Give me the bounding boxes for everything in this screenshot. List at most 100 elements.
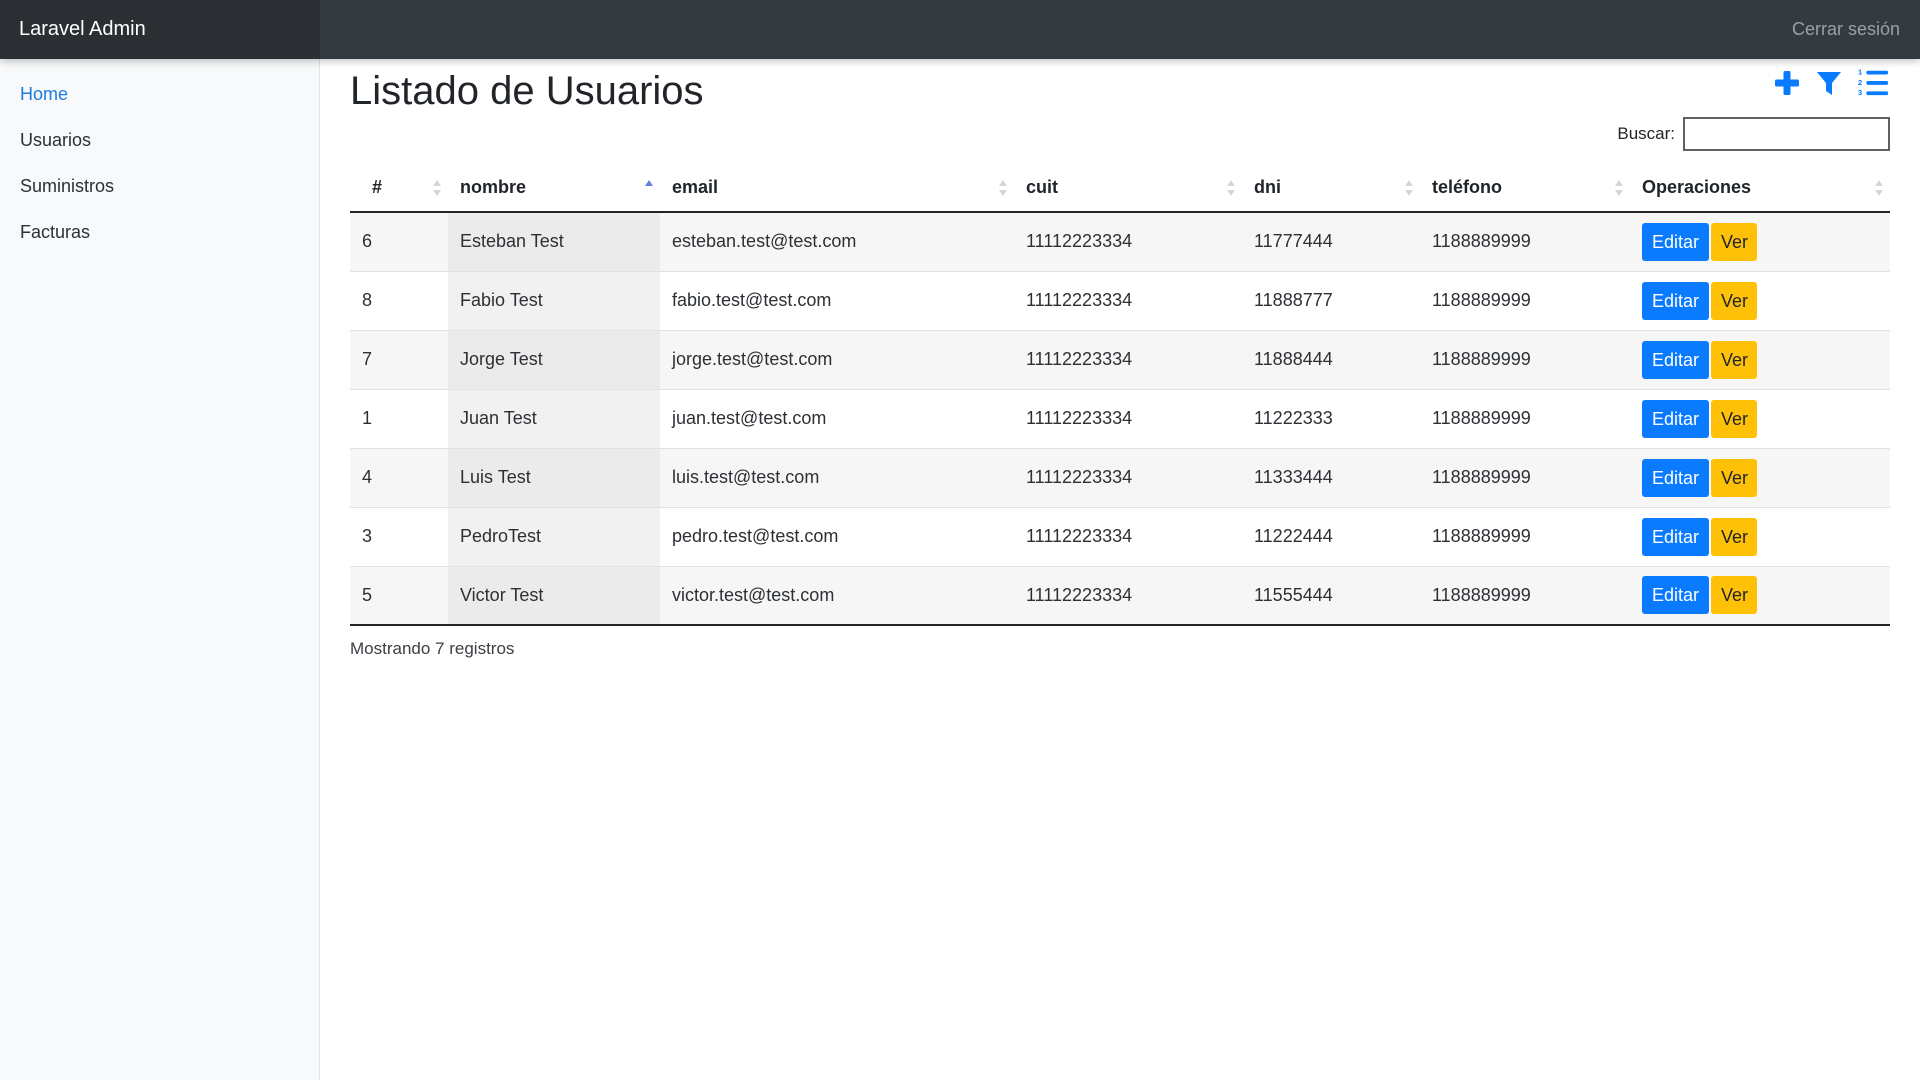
cell-operaciones: Editar Ver: [1630, 565, 1890, 626]
search-label: Buscar:: [1617, 124, 1675, 143]
table-row: 1 Juan Test juan.test@test.com 111122233…: [350, 388, 1890, 448]
cell-id: 7: [350, 329, 448, 389]
column-header-nombre[interactable]: nombre: [448, 164, 660, 213]
cell-telefono: 1188889999: [1420, 565, 1630, 626]
cell-operaciones: Editar Ver: [1630, 447, 1890, 507]
column-header-id[interactable]: #: [350, 164, 448, 213]
edit-button[interactable]: Editar: [1642, 281, 1709, 320]
cell-nombre: Victor Test: [448, 565, 660, 626]
svg-text:1: 1: [1858, 67, 1862, 76]
cell-nombre: Juan Test: [448, 388, 660, 448]
search-input[interactable]: [1683, 117, 1890, 151]
cell-dni: 11888777: [1242, 270, 1420, 330]
table-row: 7 Jorge Test jorge.test@test.com 1111222…: [350, 329, 1890, 389]
sidebar: Home Usuarios Suministros Facturas: [0, 59, 320, 1080]
sort-ascending-icon: [645, 180, 653, 186]
sort-icon: [1227, 180, 1235, 196]
cell-cuit: 11112223334: [1014, 565, 1242, 626]
sort-icon: [433, 180, 441, 196]
cell-cuit: 11112223334: [1014, 270, 1242, 330]
cell-email: luis.test@test.com: [660, 447, 1014, 507]
cell-nombre: Fabio Test: [448, 270, 660, 330]
sidebar-item-facturas[interactable]: Facturas: [0, 209, 319, 255]
plus-icon[interactable]: [1772, 66, 1802, 98]
column-header-email[interactable]: email: [660, 164, 1014, 213]
cell-cuit: 11112223334: [1014, 329, 1242, 389]
cell-id: 6: [350, 212, 448, 271]
cell-dni: 11222444: [1242, 506, 1420, 566]
view-button[interactable]: Ver: [1711, 399, 1757, 438]
edit-button[interactable]: Editar: [1642, 517, 1709, 556]
cell-id: 1: [350, 388, 448, 448]
column-header-operaciones[interactable]: Operaciones: [1630, 164, 1890, 213]
edit-button[interactable]: Editar: [1642, 458, 1709, 497]
table-row: 6 Esteban Test esteban.test@test.com 111…: [350, 212, 1890, 271]
filter-icon[interactable]: [1814, 66, 1844, 98]
cell-id: 4: [350, 447, 448, 507]
logout-link[interactable]: Cerrar sesión: [1792, 0, 1900, 59]
cell-id: 5: [350, 565, 448, 626]
table-info: Mostrando 7 registros: [350, 639, 515, 658]
view-button[interactable]: Ver: [1711, 517, 1757, 556]
svg-text:2: 2: [1858, 78, 1862, 87]
edit-button[interactable]: Editar: [1642, 222, 1709, 261]
cell-id: 3: [350, 506, 448, 566]
cell-dni: 11333444: [1242, 447, 1420, 507]
top-navbar: Laravel Admin Cerrar sesión: [0, 0, 1920, 59]
view-button[interactable]: Ver: [1711, 340, 1757, 379]
cell-operaciones: Editar Ver: [1630, 329, 1890, 389]
sort-icon: [1875, 180, 1883, 196]
column-header-telefono[interactable]: teléfono: [1420, 164, 1630, 213]
cell-email: esteban.test@test.com: [660, 212, 1014, 271]
ordered-list-icon[interactable]: 1 2 3: [1856, 66, 1890, 98]
cell-email: juan.test@test.com: [660, 388, 1014, 448]
table-row: 8 Fabio Test fabio.test@test.com 1111222…: [350, 270, 1890, 330]
sidebar-item-usuarios[interactable]: Usuarios: [0, 117, 319, 163]
table-row: 5 Victor Test victor.test@test.com 11112…: [350, 565, 1890, 626]
sort-icon: [1405, 180, 1413, 196]
view-button[interactable]: Ver: [1711, 222, 1757, 261]
cell-cuit: 11112223334: [1014, 388, 1242, 448]
cell-dni: 11777444: [1242, 212, 1420, 271]
cell-id: 8: [350, 270, 448, 330]
sidebar-item-home[interactable]: Home: [0, 71, 319, 117]
table-row: 4 Luis Test luis.test@test.com 111122233…: [350, 447, 1890, 507]
cell-nombre: Esteban Test: [448, 212, 660, 271]
cell-telefono: 1188889999: [1420, 212, 1630, 271]
cell-dni: 11555444: [1242, 565, 1420, 626]
cell-nombre: Jorge Test: [448, 329, 660, 389]
sort-icon: [999, 180, 1007, 196]
cell-operaciones: Editar Ver: [1630, 212, 1890, 271]
cell-nombre: Luis Test: [448, 447, 660, 507]
toolbar: 1 2 3: [1772, 63, 1890, 101]
cell-telefono: 1188889999: [1420, 270, 1630, 330]
column-header-dni[interactable]: dni: [1242, 164, 1420, 213]
cell-cuit: 11112223334: [1014, 212, 1242, 271]
cell-cuit: 11112223334: [1014, 447, 1242, 507]
cell-nombre: PedroTest: [448, 506, 660, 566]
view-button[interactable]: Ver: [1711, 458, 1757, 497]
view-button[interactable]: Ver: [1711, 576, 1757, 615]
cell-operaciones: Editar Ver: [1630, 270, 1890, 330]
cell-email: victor.test@test.com: [660, 565, 1014, 626]
cell-operaciones: Editar Ver: [1630, 506, 1890, 566]
cell-telefono: 1188889999: [1420, 506, 1630, 566]
page-title: Listado de Usuarios: [350, 69, 704, 113]
cell-dni: 11222333: [1242, 388, 1420, 448]
cell-email: fabio.test@test.com: [660, 270, 1014, 330]
cell-telefono: 1188889999: [1420, 388, 1630, 448]
sort-icon: [1615, 180, 1623, 196]
view-button[interactable]: Ver: [1711, 281, 1757, 320]
cell-email: pedro.test@test.com: [660, 506, 1014, 566]
edit-button[interactable]: Editar: [1642, 340, 1709, 379]
cell-telefono: 1188889999: [1420, 447, 1630, 507]
table-header-row: # nombre email cuit dni teléfono Operaci…: [350, 164, 1890, 213]
edit-button[interactable]: Editar: [1642, 399, 1709, 438]
column-header-cuit[interactable]: cuit: [1014, 164, 1242, 213]
cell-cuit: 11112223334: [1014, 506, 1242, 566]
brand-title[interactable]: Laravel Admin: [0, 0, 320, 59]
sidebar-item-suministros[interactable]: Suministros: [0, 163, 319, 209]
cell-operaciones: Editar Ver: [1630, 388, 1890, 448]
search-box: Buscar:: [1617, 117, 1890, 151]
edit-button[interactable]: Editar: [1642, 576, 1709, 615]
